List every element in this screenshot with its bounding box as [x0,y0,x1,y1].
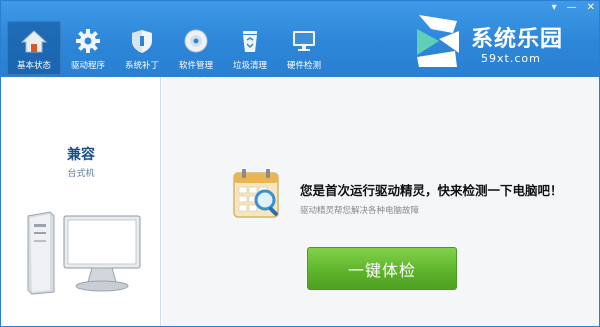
device-panel: 兼容 台式机 [1,77,161,326]
recycle-bin-icon [243,31,257,52]
first-run-headline: 您是首次运行驱动精灵，快来检测一下电脑吧！ [300,183,563,198]
nav-item-hardware-check[interactable]: 硬件检测 [277,21,331,75]
top-bar: ▾ — ✕ 基本状态 驱动程序 系统补丁 软件管理 垃圾清理 硬件检测 系统乐园… [1,1,599,77]
main-panel: 您是首次运行驱动精灵，快来检测一下电脑吧！ 驱动精灵帮您解决各种电脑故障 一键体… [162,77,599,326]
first-run-subline: 驱动精灵帮您解决各种电脑故障 [300,206,420,216]
one-click-scan-button[interactable]: 一键体检 [307,247,457,290]
nav-item-basic-status[interactable]: 基本状态 [7,21,61,75]
home-icon [20,30,48,53]
disc-icon [184,29,208,53]
brand-logo-icon [417,15,459,67]
nav-item-drivers[interactable]: 驱动程序 [61,21,115,75]
nav-label: 垃圾清理 [232,61,267,71]
nav-label: 系统补丁 [124,61,159,71]
shield-icon [132,30,152,53]
device-type: 台式机 [67,169,95,179]
desktop-computer-icon [27,211,141,295]
nav-label: 基本状态 [16,61,51,71]
nav-item-software-manager[interactable]: 软件管理 [169,21,223,75]
nav-label: 驱动程序 [70,61,105,71]
monitor-icon [293,31,315,51]
nav-label: 软件管理 [178,61,213,71]
brand-logo: 系统乐园 59xt.com [409,11,597,71]
gear-icon [76,29,100,53]
calendar-search-icon [233,169,279,218]
brand-title: 系统乐园 [471,27,564,52]
app-window: ▾ — ✕ 基本状态 驱动程序 系统补丁 软件管理 垃圾清理 硬件检测 系统乐园… [0,0,600,327]
nav-item-junk-cleanup[interactable]: 垃圾清理 [223,21,277,75]
nav-label: 硬件检测 [286,61,321,71]
device-title: 兼容 [67,147,95,163]
main-nav: 基本状态 驱动程序 系统补丁 软件管理 垃圾清理 硬件检测 [7,21,331,75]
nav-item-system-patches[interactable]: 系统补丁 [115,21,169,75]
brand-url: 59xt.com [481,52,541,65]
